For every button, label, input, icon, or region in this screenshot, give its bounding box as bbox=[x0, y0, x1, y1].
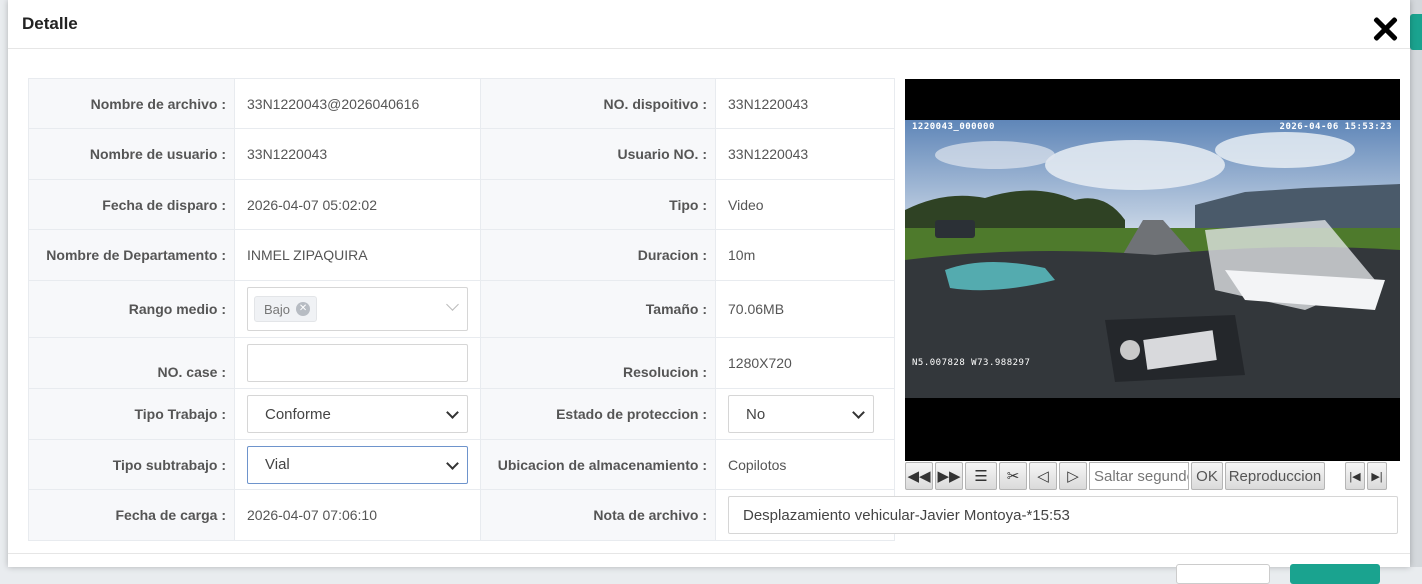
resolution-label: Resolucion : bbox=[480, 337, 716, 389]
subwork-type-select[interactable]: Vial bbox=[247, 445, 468, 484]
file-note-cell: Desplazamiento vehicular-Javier Montoya-… bbox=[715, 489, 1398, 541]
protection-label: Estado de proteccion : bbox=[480, 388, 716, 440]
subwork-type-selected: Vial bbox=[265, 456, 290, 473]
department-value: INMEL ZIPAQUIRA bbox=[234, 229, 481, 281]
video-player[interactable]: 1220043_000000 2026-04-06 15:53:23 N5.00… bbox=[905, 79, 1400, 461]
file-note-label: Nota de archivo : bbox=[480, 489, 716, 541]
storage-label: Ubicacion de almacenamiento : bbox=[480, 439, 716, 490]
file-note-text: Desplazamiento vehicular-Javier Montoya-… bbox=[743, 506, 1070, 524]
device-no-label: NO. dispoitivo : bbox=[480, 78, 716, 129]
prev-frame-icon[interactable]: ◁ bbox=[1029, 462, 1057, 490]
type-value: Video bbox=[715, 179, 895, 230]
type-label: Tipo : bbox=[480, 179, 716, 230]
background-accent-button bbox=[1410, 14, 1422, 50]
subwork-type-label: Tipo subtrabajo : bbox=[28, 439, 235, 490]
modal-title: Detalle bbox=[22, 14, 78, 33]
work-type-label: Tipo Trabajo : bbox=[28, 388, 235, 440]
size-value: 70.06MB bbox=[715, 280, 895, 338]
osd-time: 2026-04-06 15:53:23 bbox=[1279, 122, 1392, 132]
protection-selected: No bbox=[746, 405, 766, 423]
mid-range-select[interactable]: Bajo ✕ bbox=[247, 287, 468, 331]
mid-range-tag: Bajo ✕ bbox=[254, 296, 318, 322]
player-controls: ◀◀ ▶▶ ☰ ✂ ◁ ▷ Saltar segundos OK Reprodu… bbox=[905, 461, 1400, 491]
subwork-type-cell: Vial bbox=[234, 439, 481, 490]
chevron-down-icon bbox=[852, 406, 865, 419]
detail-table: Nombre de archivo : 33N1220043@202604061… bbox=[28, 78, 1398, 541]
work-type-select[interactable]: Conforme bbox=[247, 395, 468, 433]
chevron-down-icon bbox=[446, 298, 459, 311]
protection-select[interactable]: No bbox=[728, 395, 874, 433]
scissors-icon[interactable]: ✂ bbox=[999, 462, 1027, 490]
protection-cell: No bbox=[715, 388, 895, 440]
osd-id: 1220043_000000 bbox=[912, 122, 995, 132]
page-scrollbar-area bbox=[1408, 0, 1422, 567]
fast-forward-icon[interactable]: ▶▶ bbox=[935, 462, 963, 490]
case-no-input[interactable] bbox=[247, 344, 468, 382]
osd-gps: N5.007828 W73.988297 bbox=[912, 358, 1031, 368]
department-label: Nombre de Departamento : bbox=[28, 229, 235, 281]
close-icon[interactable] bbox=[1370, 13, 1400, 43]
footer-primary-button[interactable] bbox=[1290, 564, 1380, 584]
ok-button[interactable]: OK bbox=[1191, 462, 1223, 490]
case-no-label: NO. case : bbox=[28, 337, 235, 389]
footer-divider bbox=[8, 553, 1410, 554]
seek-seconds-input[interactable]: Saltar segundos bbox=[1089, 462, 1189, 490]
user-no-label: Usuario NO. : bbox=[480, 128, 716, 180]
user-name-label: Nombre de usuario : bbox=[28, 128, 235, 180]
size-label: Tamaño : bbox=[480, 280, 716, 338]
upload-date-label: Fecha de carga : bbox=[28, 489, 235, 541]
rewind-icon[interactable]: ◀◀ bbox=[905, 462, 933, 490]
trigger-date-label: Fecha de disparo : bbox=[28, 179, 235, 230]
duration-value: 10m bbox=[715, 229, 895, 281]
file-name-value: 33N1220043@2026040616 bbox=[234, 78, 481, 129]
next-frame-icon[interactable]: ▷ bbox=[1059, 462, 1087, 490]
mid-range-cell: Bajo ✕ bbox=[234, 280, 481, 338]
work-type-cell: Conforme bbox=[234, 388, 481, 440]
skip-end-icon[interactable]: ▶| bbox=[1367, 462, 1387, 490]
play-button[interactable]: Reproduccion bbox=[1225, 462, 1325, 490]
work-type-selected: Conforme bbox=[265, 405, 331, 423]
case-no-cell bbox=[234, 337, 481, 389]
indent-icon[interactable]: ☰ bbox=[965, 462, 997, 490]
mid-range-label: Rango medio : bbox=[28, 280, 235, 338]
user-name-value: 33N1220043 bbox=[234, 128, 481, 180]
chevron-down-icon bbox=[446, 456, 459, 470]
file-name-label: Nombre de archivo : bbox=[28, 78, 235, 129]
trigger-date-value: 2026-04-07 05:02:02 bbox=[234, 179, 481, 230]
duration-label: Duracion : bbox=[480, 229, 716, 281]
device-no-value: 33N1220043 bbox=[715, 78, 895, 129]
user-no-value: 33N1220043 bbox=[715, 128, 895, 180]
seek-placeholder: Saltar segundos bbox=[1094, 467, 1188, 485]
upload-date-value: 2026-04-07 07:06:10 bbox=[234, 489, 481, 541]
chevron-down-icon bbox=[446, 406, 459, 419]
file-note-input[interactable]: Desplazamiento vehicular-Javier Montoya-… bbox=[728, 496, 1398, 534]
footer-secondary-button[interactable] bbox=[1176, 564, 1270, 584]
mid-range-tag-label: Bajo bbox=[264, 301, 291, 317]
detail-modal: Detalle Nombre de archivo : 33N1220043@2… bbox=[8, 0, 1410, 584]
video-frame bbox=[905, 120, 1400, 398]
modal-header: Detalle bbox=[8, 0, 1410, 49]
skip-start-icon[interactable]: |◀ bbox=[1345, 462, 1365, 490]
resolution-value: 1280X720 bbox=[715, 337, 895, 389]
storage-value: Copilotos bbox=[715, 439, 895, 490]
tag-remove-icon[interactable]: ✕ bbox=[296, 302, 311, 316]
